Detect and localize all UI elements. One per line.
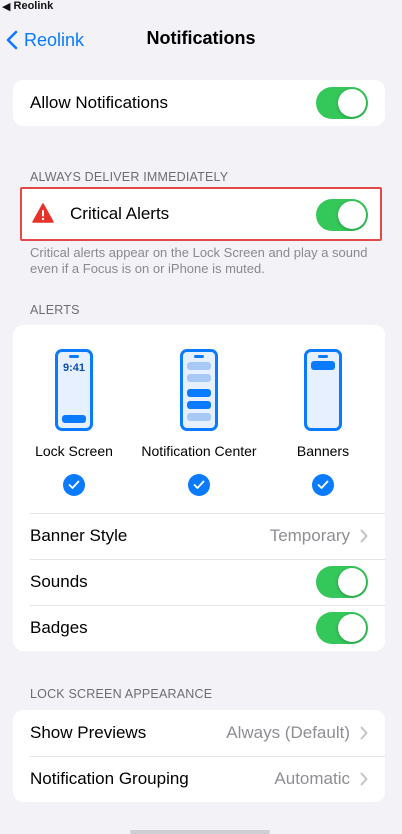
alert-type-notification-center[interactable]: Notification Center (139, 349, 259, 496)
checkmark-icon (188, 474, 210, 496)
alerts-section-header: ALERTS (30, 303, 80, 317)
critical-alerts-footnote: Critical alerts appear on the Lock Scree… (30, 245, 368, 276)
show-previews-label: Show Previews (30, 723, 147, 742)
sounds-row: Sounds (13, 559, 385, 605)
alert-type-banners[interactable]: Banners (263, 349, 383, 496)
status-back-label: Reolink (13, 0, 54, 12)
badges-row: Badges (13, 605, 385, 651)
banners-phone-icon (304, 349, 342, 431)
critical-alerts-label: Critical Alerts (70, 204, 170, 223)
chevron-right-icon (360, 772, 368, 786)
allow-notifications-row: Allow Notifications (13, 80, 385, 126)
critical-alerts-row: Critical Alerts (20, 187, 382, 241)
alert-type-label: Notification Center (141, 443, 257, 459)
page-title: Notifications (146, 28, 256, 48)
home-indicator (130, 830, 270, 834)
navigation-bar: Reolink Notifications (0, 18, 402, 62)
banner-style-label: Banner Style (30, 526, 128, 545)
allow-notifications-toggle[interactable] (316, 87, 368, 119)
chevron-right-icon (360, 726, 368, 740)
show-previews-row[interactable]: Show Previews Always (Default) (13, 710, 385, 756)
badges-toggle[interactable] (316, 612, 368, 644)
warning-triangle-icon (32, 203, 54, 228)
alert-type-lock-screen[interactable]: 9:41 Lock Screen (14, 349, 134, 496)
status-back-to-app[interactable]: ◀ Reolink (0, 0, 53, 14)
checkmark-icon (63, 474, 85, 496)
alert-types-picker: 9:41 Lock Screen Notification Center Ban… (13, 325, 385, 513)
lock-screen-card: Show Previews Always (Default) Notificat… (13, 710, 385, 802)
alerts-card: 9:41 Lock Screen Notification Center Ban… (13, 325, 385, 651)
chevron-right-icon (360, 529, 368, 543)
notification-grouping-label: Notification Grouping (30, 769, 189, 788)
show-previews-value: Always (Default) (226, 723, 350, 742)
allow-notifications-label: Allow Notifications (30, 93, 168, 112)
back-triangle-icon: ◀ (2, 1, 11, 13)
notification-grouping-row[interactable]: Notification Grouping Automatic (13, 756, 385, 802)
lock-screen-phone-icon: 9:41 (55, 349, 93, 431)
banner-style-value: Temporary (269, 526, 350, 545)
alert-type-label: Lock Screen (35, 443, 113, 459)
notification-center-phone-icon (180, 349, 218, 431)
allow-notifications-card: Allow Notifications (13, 80, 385, 126)
checkmark-icon (312, 474, 334, 496)
lock-screen-section-header: LOCK SCREEN APPEARANCE (30, 687, 213, 701)
banner-style-row[interactable]: Banner Style Temporary (13, 513, 385, 559)
critical-section-header: ALWAYS DELIVER IMMEDIATELY (30, 170, 229, 184)
notification-grouping-value: Automatic (274, 769, 350, 788)
sounds-toggle[interactable] (316, 566, 368, 598)
badges-label: Badges (30, 618, 88, 637)
critical-alerts-toggle[interactable] (316, 199, 368, 231)
alert-type-label: Banners (296, 443, 350, 459)
lock-screen-time: 9:41 (62, 362, 86, 374)
sounds-label: Sounds (30, 572, 88, 591)
